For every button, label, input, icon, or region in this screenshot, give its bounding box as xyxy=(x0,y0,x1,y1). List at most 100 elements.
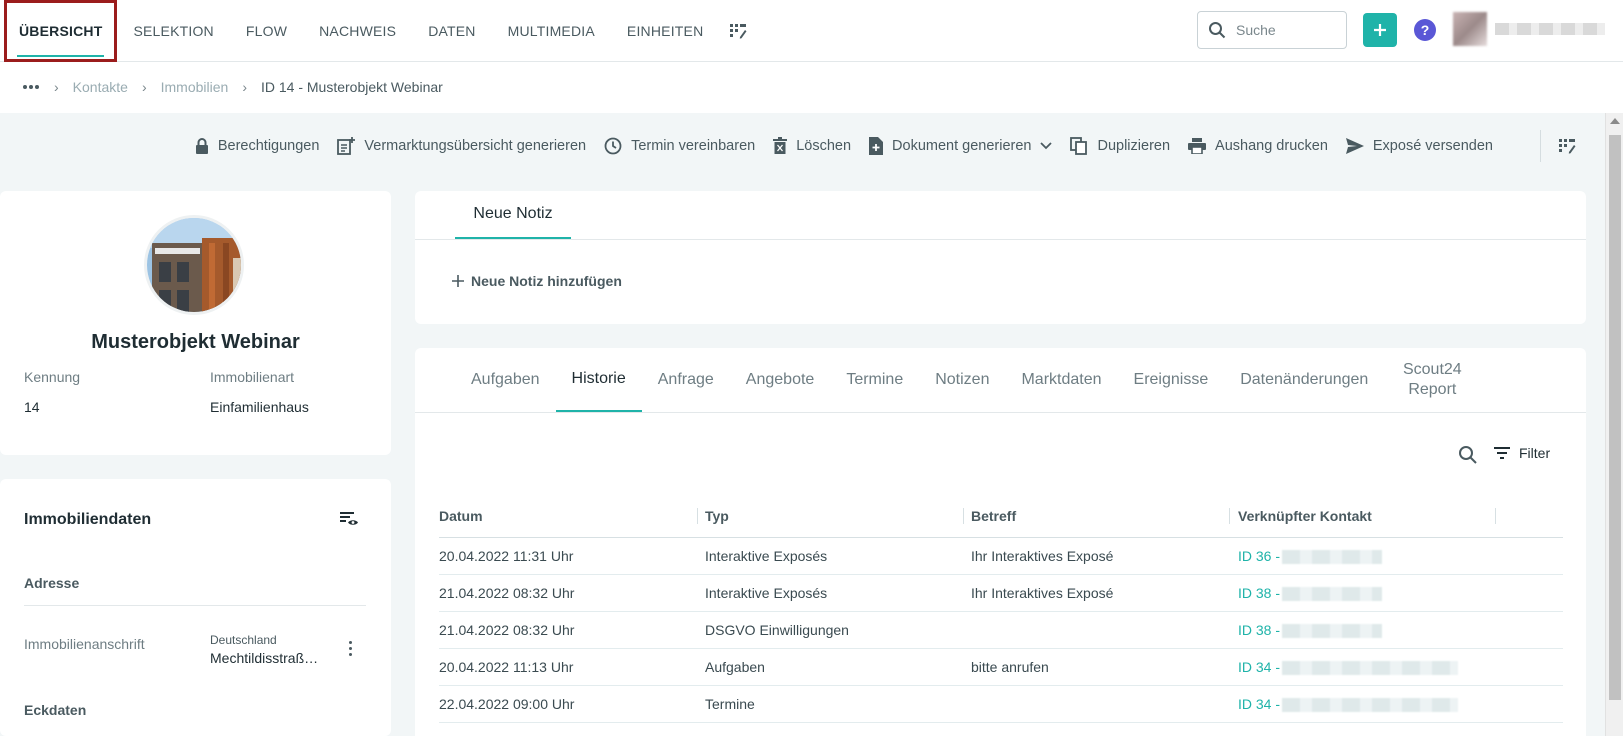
contact-id: ID 36 - xyxy=(1238,548,1281,564)
tab-termine[interactable]: Termine xyxy=(830,348,919,412)
marketing-overview-label: Vermarktungsübersicht generieren xyxy=(364,138,587,154)
property-data-title: Immobiliendaten xyxy=(24,511,152,528)
row-subject: Ihr Interaktives Exposé xyxy=(971,548,1114,564)
delete-button[interactable]: Löschen xyxy=(773,137,851,155)
row-contact-link[interactable]: ID 34 - xyxy=(1238,659,1459,676)
generate-document-button[interactable]: Dokument generieren xyxy=(869,137,1053,155)
id-label: Kennung xyxy=(24,369,81,385)
column-resize-handle[interactable] xyxy=(697,508,698,524)
tab-flow[interactable]: FLOW xyxy=(230,0,303,62)
permissions-button[interactable]: Berechtigungen xyxy=(195,137,320,155)
breadcrumb-link-immobilien[interactable]: Immobilien xyxy=(161,79,229,95)
tab-anfrage[interactable]: Anfrage xyxy=(642,348,730,412)
property-photo[interactable] xyxy=(144,215,244,315)
scroll-thumb[interactable] xyxy=(1609,135,1621,700)
tab-multimedia[interactable]: MULTIMEDIA xyxy=(492,0,611,62)
row-date: 22.04.2022 09:00 Uhr xyxy=(439,696,575,712)
user-name-redacted xyxy=(1495,23,1605,35)
id-value: 14 xyxy=(24,399,40,415)
tab-uebersicht[interactable]: ÜBERSICHT xyxy=(4,0,118,62)
row-date: 21.04.2022 08:32 Uhr xyxy=(439,585,575,601)
section-divider xyxy=(24,605,366,606)
tab-new-note[interactable]: Neue Notiz xyxy=(455,191,571,239)
send-icon xyxy=(1345,138,1364,154)
filter-button[interactable]: Filter xyxy=(1493,445,1550,461)
add-note-label: Neue Notiz hinzufügen xyxy=(471,273,622,289)
column-header-contact[interactable]: Verknüpfter Kontakt xyxy=(1238,508,1372,524)
tab-daten[interactable]: DATEN xyxy=(412,0,491,62)
toolbar-settings-grid-icon[interactable] xyxy=(1558,137,1576,158)
chevron-down-icon[interactable] xyxy=(1040,142,1053,150)
breadcrumb-current: ID 14 - Musterobjekt Webinar xyxy=(260,79,443,95)
row-contact-link[interactable]: ID 36 - xyxy=(1238,548,1383,565)
page-scrollbar[interactable] xyxy=(1605,113,1623,736)
column-resize-handle[interactable] xyxy=(963,508,964,524)
print-notice-button[interactable]: Aushang drucken xyxy=(1188,138,1328,154)
search-placeholder: Suche xyxy=(1236,22,1276,38)
search-input[interactable]: Suche xyxy=(1197,11,1347,49)
tab-settings-grid-icon[interactable] xyxy=(719,0,757,62)
row-contact-link[interactable]: ID 38 - xyxy=(1238,622,1383,639)
tab-scout24-report[interactable]: Scout24 Report xyxy=(1384,348,1480,412)
send-expose-label: Exposé versenden xyxy=(1372,138,1493,154)
tab-nachweis[interactable]: NACHWEIS xyxy=(303,0,412,62)
tab-historie[interactable]: Historie xyxy=(555,348,642,412)
history-card: Aufgaben Historie Anfrage Angebote Termi… xyxy=(415,348,1586,736)
column-header-subject[interactable]: Betreff xyxy=(971,508,1016,524)
tab-ereignisse[interactable]: Ereignisse xyxy=(1118,348,1225,412)
column-resize-handle[interactable] xyxy=(1495,508,1496,524)
table-row[interactable]: 21.04.2022 08:32 Uhr DSGVO Einwilligunge… xyxy=(439,612,1563,649)
user-menu[interactable] xyxy=(1453,12,1607,46)
row-contact-link[interactable]: ID 38 - xyxy=(1238,585,1383,602)
history-table: Datum Typ Betreff Verknüpfter Kontakt 20… xyxy=(439,500,1563,723)
tab-marktdaten[interactable]: Marktdaten xyxy=(1005,348,1117,412)
column-header-type[interactable]: Typ xyxy=(705,508,729,524)
tab-einheiten[interactable]: EINHEITEN xyxy=(611,0,719,62)
contact-id: ID 38 - xyxy=(1238,585,1281,601)
column-resize-handle[interactable] xyxy=(1229,508,1230,524)
tab-aufgaben[interactable]: Aufgaben xyxy=(455,348,556,412)
help-button[interactable]: ? xyxy=(1414,19,1436,41)
row-contact-link[interactable]: ID 34 - xyxy=(1238,696,1459,713)
tab-notizen[interactable]: Notizen xyxy=(919,348,1005,412)
property-type-label: Immobilienart xyxy=(210,369,295,385)
duplicate-button[interactable]: Duplizieren xyxy=(1070,137,1170,155)
breadcrumb-link-kontakte[interactable]: Kontakte xyxy=(73,79,128,95)
tab-datenaenderungen[interactable]: Datenänderungen xyxy=(1224,348,1384,412)
permissions-label: Berechtigungen xyxy=(217,138,320,154)
visibility-filter-icon[interactable] xyxy=(340,511,360,530)
schedule-appointment-button[interactable]: Termin vereinbaren xyxy=(604,137,755,155)
scroll-up-arrow-icon[interactable] xyxy=(1610,118,1620,124)
add-note-button[interactable]: Neue Notiz hinzufügen xyxy=(451,273,622,289)
column-header-date[interactable]: Datum xyxy=(439,508,483,524)
clock-icon xyxy=(604,137,622,155)
row-subject: bitte anrufen xyxy=(971,659,1049,675)
table-row[interactable]: 20.04.2022 11:13 Uhr Aufgaben bitte anru… xyxy=(439,649,1563,686)
plus-icon xyxy=(452,275,464,287)
row-type: Interaktive Exposés xyxy=(705,548,828,564)
toolbar-divider xyxy=(1540,130,1541,162)
generate-document-label: Dokument generieren xyxy=(892,138,1032,154)
tab-angebote[interactable]: Angebote xyxy=(730,348,831,412)
history-tabs: Aufgaben Historie Anfrage Angebote Termi… xyxy=(455,348,1480,412)
send-expose-button[interactable]: Exposé versenden xyxy=(1345,138,1493,154)
table-row[interactable]: 22.04.2022 09:00 Uhr Termine ID 34 - xyxy=(439,686,1563,723)
marketing-overview-button[interactable]: Vermarktungsübersicht generieren xyxy=(337,137,586,155)
address-more-icon[interactable] xyxy=(349,641,353,656)
action-toolbar: Berechtigungen Vermarktungsübersicht gen… xyxy=(195,131,1493,161)
history-search-icon[interactable] xyxy=(1458,445,1478,468)
more-horizontal-icon[interactable] xyxy=(22,84,40,90)
chevron-right-icon: › xyxy=(54,79,59,95)
row-type: Termine xyxy=(705,696,755,712)
property-type-value: Einfamilienhaus xyxy=(210,399,309,415)
table-header: Datum Typ Betreff Verknüpfter Kontakt xyxy=(439,500,1563,538)
schedule-appointment-label: Termin vereinbaren xyxy=(631,138,756,154)
contact-name-redacted xyxy=(1282,661,1459,676)
row-subject: Ihr Interaktives Exposé xyxy=(971,585,1114,601)
add-button[interactable] xyxy=(1363,13,1397,47)
breadcrumb: › Kontakte › Immobilien › ID 14 - Muster… xyxy=(22,76,443,98)
table-row[interactable]: 20.04.2022 11:31 Uhr Interaktive Exposés… xyxy=(439,538,1563,575)
tab-selektion[interactable]: SELEKTION xyxy=(117,0,229,62)
duplicate-label: Duplizieren xyxy=(1097,138,1171,154)
table-row[interactable]: 21.04.2022 08:32 Uhr Interaktive Exposés… xyxy=(439,575,1563,612)
